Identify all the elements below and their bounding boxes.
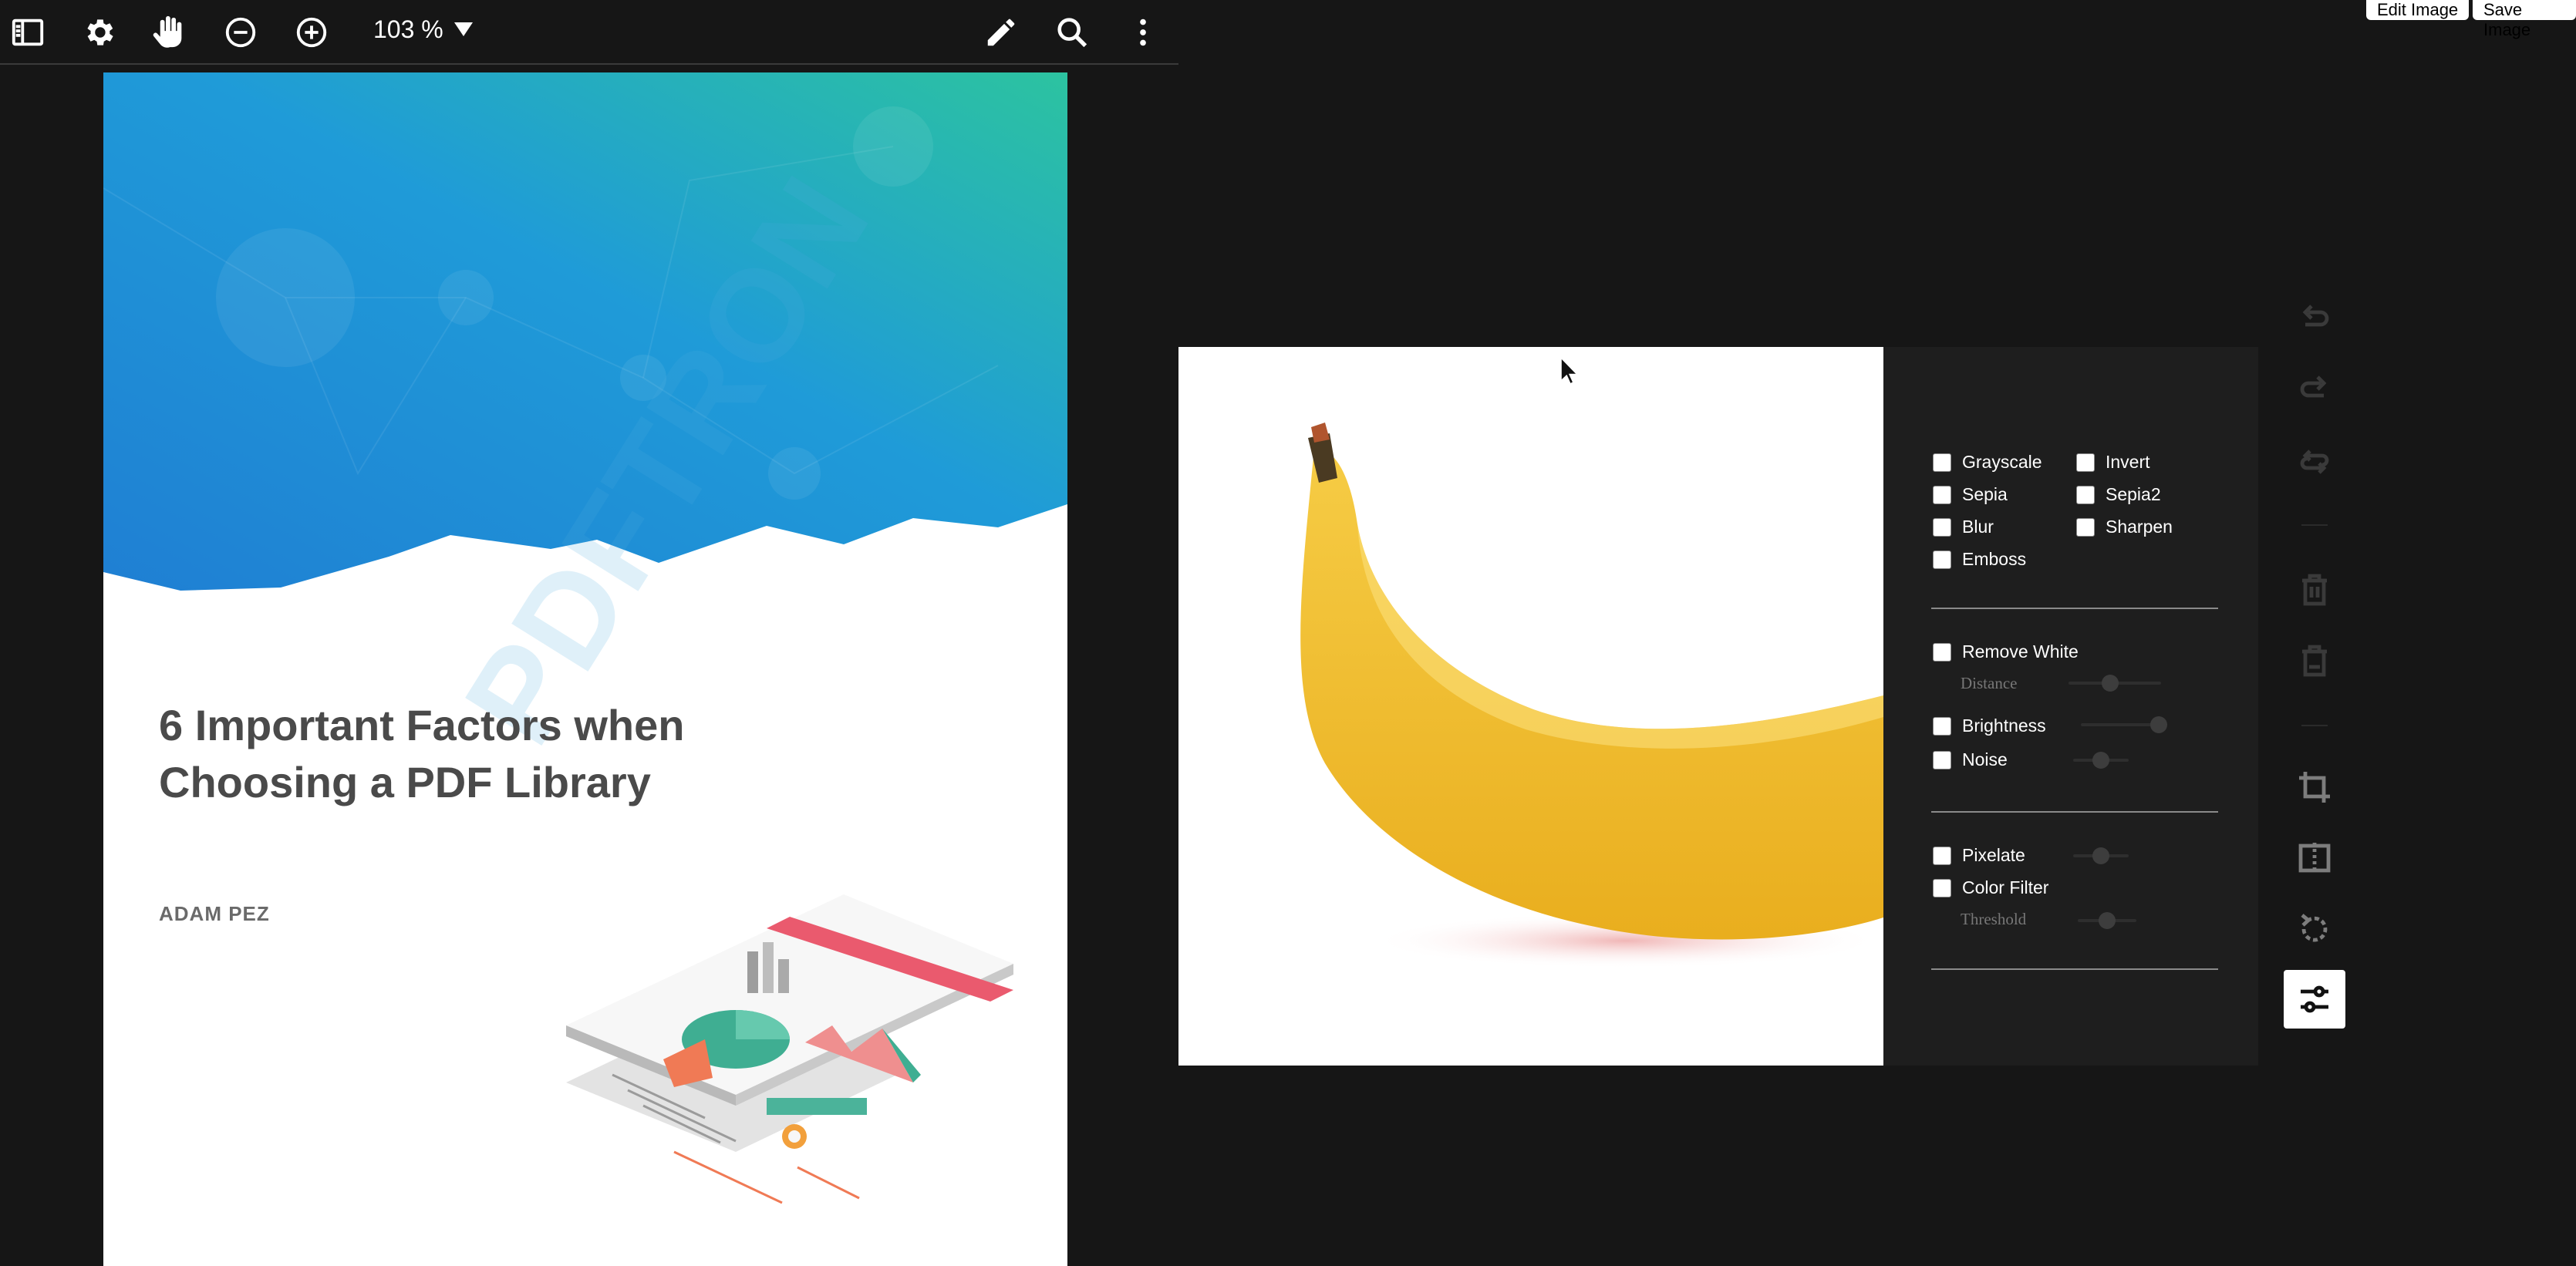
document-title-line-1: 6 Important Factors when: [159, 701, 685, 749]
divider: [1931, 608, 2218, 609]
emboss-checkbox[interactable]: Emboss: [1933, 549, 2026, 570]
pixelate-slider-handle[interactable]: [2092, 847, 2109, 864]
gear-icon[interactable]: [77, 11, 120, 54]
invert-checkbox[interactable]: Invert: [2076, 452, 2150, 473]
rotate-icon[interactable]: [2288, 902, 2342, 956]
blur-checkbox[interactable]: Blur: [1933, 517, 1994, 537]
sharpen-checkbox[interactable]: Sharpen: [2076, 517, 2173, 537]
zoom-out-icon[interactable]: [219, 11, 262, 54]
emboss-label: Emboss: [1962, 549, 2027, 569]
illustration: [566, 894, 1013, 1204]
threshold-label: Threshold: [1961, 910, 2027, 928]
sidebar-icon[interactable]: [6, 11, 49, 54]
brightness-slider-handle[interactable]: [2149, 716, 2167, 733]
grayscale-checkbox[interactable]: Grayscale: [1933, 452, 2042, 473]
pixelate-label: Pixelate: [1962, 845, 2025, 865]
divider: [2301, 725, 2328, 726]
image-editor: Grayscale Invert Sepia Sepia2 Blur Sharp…: [1178, 347, 2258, 1066]
noise-checkbox[interactable]: Noise: [1933, 749, 2008, 770]
remove-white-checkbox[interactable]: Remove White: [1933, 641, 2079, 662]
document-author: ADAM PEZ: [159, 902, 270, 925]
brightness-label: Brightness: [1962, 715, 2046, 736]
zoom-dropdown[interactable]: 103 %: [373, 14, 473, 45]
color-filter-label: Color Filter: [1962, 877, 2049, 897]
remove-white-box[interactable]: [1933, 642, 1951, 662]
pixelate-slider[interactable]: [2073, 847, 2129, 864]
blur-label: Blur: [1962, 517, 1994, 537]
edit-image-button[interactable]: Edit Image: [2366, 0, 2470, 20]
grayscale-box[interactable]: [1933, 453, 1951, 472]
noise-box[interactable]: [1933, 750, 1951, 769]
threshold-slider-handle[interactable]: [2099, 912, 2116, 929]
sepia-checkbox[interactable]: Sepia: [1933, 484, 2008, 505]
pdf-page: PDFTRON 6 Important Factors when Choosin…: [103, 72, 1067, 1266]
remove-white-label: Remove White: [1962, 641, 2079, 662]
invert-label: Invert: [2106, 452, 2150, 472]
noise-label: Noise: [1962, 749, 2008, 769]
pixelate-checkbox[interactable]: Pixelate: [1933, 845, 2025, 866]
filters-icon[interactable]: [2284, 970, 2345, 1029]
color-filter-checkbox[interactable]: Color Filter: [1933, 877, 2048, 898]
sepia-box[interactable]: [1933, 485, 1951, 504]
search-icon[interactable]: [1050, 11, 1094, 54]
noise-slider[interactable]: [2073, 752, 2129, 769]
sharpen-box[interactable]: [2076, 517, 2095, 537]
crop-icon[interactable]: [2288, 760, 2342, 814]
hand-icon[interactable]: [148, 11, 191, 54]
delete-all-icon[interactable]: [2288, 634, 2342, 688]
zoom-in-icon[interactable]: [290, 11, 333, 54]
viewer-toolbar: 103 %: [0, 0, 1178, 65]
more-icon[interactable]: [1121, 11, 1165, 54]
noise-slider-handle[interactable]: [2092, 752, 2109, 769]
pencil-icon[interactable]: [979, 11, 1023, 54]
reset-icon[interactable]: [2288, 435, 2342, 489]
delete-icon[interactable]: [2288, 563, 2342, 617]
sepia2-box[interactable]: [2076, 485, 2095, 504]
brightness-slider[interactable]: [2081, 716, 2167, 733]
distance-slider[interactable]: [2069, 675, 2161, 692]
brightness-box[interactable]: [1933, 716, 1951, 736]
distance-label: Distance: [1961, 674, 2018, 692]
divider: [1931, 811, 2218, 813]
pixelate-box[interactable]: [1933, 846, 1951, 865]
save-image-button[interactable]: Save Image: [2473, 0, 2576, 39]
emboss-box[interactable]: [1933, 550, 1951, 569]
grayscale-label: Grayscale: [1962, 452, 2042, 472]
redo-icon[interactable]: [2288, 364, 2342, 418]
zoom-value: 103 %: [373, 15, 443, 43]
sepia-label: Sepia: [1962, 484, 2008, 504]
image-canvas[interactable]: [1178, 347, 1883, 1066]
sepia2-checkbox[interactable]: Sepia2: [2076, 484, 2161, 505]
sepia2-label: Sepia2: [2106, 484, 2161, 504]
document-title-line-2: Choosing a PDF Library: [159, 758, 651, 806]
mouse-cursor-icon: [1561, 358, 1579, 386]
blur-box[interactable]: [1933, 517, 1951, 537]
divider: [2301, 524, 2328, 526]
brightness-checkbox[interactable]: Brightness: [1933, 715, 2046, 736]
distance-slider-handle[interactable]: [2102, 675, 2119, 692]
color-filter-box[interactable]: [1933, 878, 1951, 897]
undo-icon[interactable]: [2288, 293, 2342, 347]
chevron-down-icon: [453, 22, 473, 36]
threshold-slider[interactable]: [2078, 912, 2136, 929]
document-title: 6 Important Factors when Choosing a PDF …: [159, 697, 853, 811]
flip-icon[interactable]: [2288, 831, 2342, 885]
divider: [1931, 968, 2218, 970]
banana-image: [1300, 423, 1883, 968]
sharpen-label: Sharpen: [2106, 517, 2173, 537]
invert-box[interactable]: [2076, 453, 2095, 472]
filters-panel: Grayscale Invert Sepia Sepia2 Blur Sharp…: [1883, 347, 2258, 1066]
